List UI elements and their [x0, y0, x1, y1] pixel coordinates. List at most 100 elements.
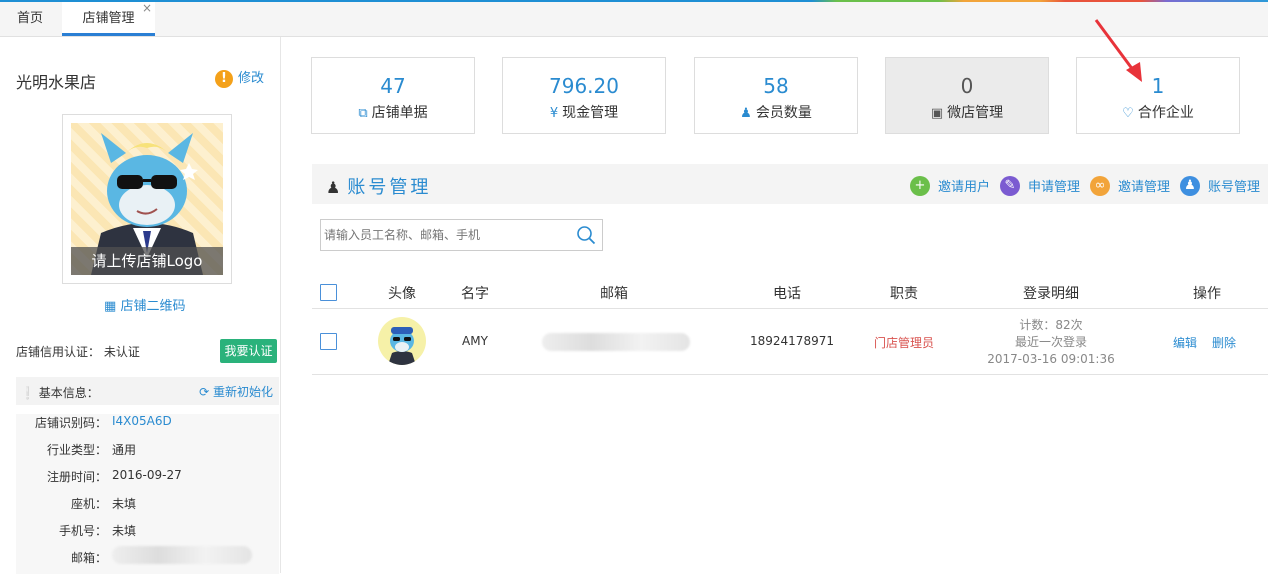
search-input[interactable]	[322, 220, 566, 250]
logo-caption: 请上传店铺Logo	[71, 247, 223, 275]
basic-info-list: 店铺识别码： I4X05A6D 行业类型： 通用 注册时间： 2016-09-2…	[16, 414, 279, 574]
credit-label: 店铺信用认证：	[16, 345, 101, 359]
col-name: 名字	[461, 286, 489, 302]
col-login: 登录明细	[1023, 286, 1079, 302]
shop-logo-upload[interactable]: 请上传店铺Logo	[62, 114, 232, 284]
qr-code-label: 店铺二维码	[120, 299, 186, 314]
qr-code-icon: ▦	[104, 299, 117, 314]
row-phone: 18924178971	[750, 334, 834, 348]
credit-value: 未认证	[103, 345, 140, 359]
edit-icon: ✎	[1000, 176, 1020, 196]
row-role: 门店管理员	[874, 336, 935, 350]
row-login-detail: 计数：82次 最近一次登录 2017-03-16 09:01:36	[978, 317, 1124, 368]
table-row: AMY 18924178971 门店管理员 计数：82次 最近一次登录 2017…	[312, 309, 1268, 375]
account-manage-button[interactable]: ♟ 账号管理	[1180, 176, 1260, 196]
user-icon: ♟	[740, 106, 752, 121]
refresh-icon: ⟳	[199, 385, 210, 399]
info-row-landline: 座机： 未填	[16, 495, 279, 522]
row-name: AMY	[462, 334, 488, 348]
edit-link[interactable]: 编辑	[1173, 334, 1197, 351]
edit-label: 修改	[238, 71, 265, 86]
action-label: 邀请管理	[1118, 180, 1171, 195]
info-key: 注册时间：	[46, 470, 107, 484]
tab-shop-management-label: 店铺管理	[82, 11, 135, 26]
stat-value: 47	[380, 74, 406, 98]
basic-info-title: 基本信息：	[38, 386, 99, 400]
account-title: 账号管理	[347, 177, 432, 198]
info-key: 座机：	[70, 497, 107, 511]
col-actions: 操作	[1193, 286, 1221, 302]
link-icon: ∞	[1090, 176, 1110, 196]
stat-value: 796.20	[549, 74, 619, 98]
credit-status: 店铺信用认证： 未认证	[16, 343, 140, 360]
warning-icon: !	[215, 69, 233, 88]
heart-icon: ♡	[1122, 106, 1134, 121]
login-time: 2017-03-16 09:01:36	[987, 352, 1115, 366]
row-checkbox[interactable]	[320, 333, 337, 350]
qr-code-link[interactable]: ▦ 店铺二维码	[104, 295, 185, 314]
stat-label: 店铺单据	[371, 105, 428, 121]
certify-button[interactable]: 我要认证	[220, 339, 277, 363]
stat-card-bills[interactable]: 47 ⧉ 店铺单据	[311, 57, 475, 134]
stat-card-microstore[interactable]: 0 ▣ 微店管理	[885, 57, 1049, 134]
tab-shop-management[interactable]: 店铺管理 ×	[62, 0, 155, 36]
stat-card-cash[interactable]: 796.20 ¥ 现金管理	[502, 57, 666, 134]
tab-bar: 首页 店铺管理 ×	[0, 0, 1268, 37]
info-row-code: 店铺识别码： I4X05A6D	[16, 414, 279, 441]
col-role: 职责	[890, 286, 918, 302]
copy-icon: ⧉	[358, 106, 368, 121]
stat-value: 58	[763, 74, 789, 98]
apply-manage-button[interactable]: ✎ 申请管理	[1000, 176, 1080, 196]
plus-icon: +	[910, 176, 930, 196]
info-key: 行业类型：	[46, 443, 107, 457]
email-redacted	[112, 546, 252, 567]
action-label: 账号管理	[1208, 180, 1261, 195]
employee-search	[320, 219, 603, 251]
shop-code-value[interactable]: I4X05A6D	[112, 414, 172, 428]
cube-icon: ▣	[930, 106, 944, 121]
info-value: 2016-09-27	[112, 468, 182, 482]
info-value: 未填	[112, 524, 137, 538]
edit-shop-link[interactable]: ! 修改	[215, 67, 264, 88]
delete-link[interactable]: 删除	[1212, 334, 1236, 351]
login-count: 计数：82次	[1019, 318, 1083, 332]
annotation-arrow	[1094, 19, 1142, 82]
invite-manage-button[interactable]: ∞ 邀请管理	[1090, 176, 1170, 196]
info-key: 手机号：	[58, 524, 107, 538]
stat-label: 合作企业	[1137, 105, 1194, 121]
basic-info-header: ❕ 基本信息： ⟳ 重新初始化	[16, 377, 279, 405]
info-value: 通用	[112, 443, 137, 457]
invite-user-button[interactable]: + 邀请用户	[910, 176, 990, 196]
col-phone: 电话	[773, 286, 801, 302]
action-label: 邀请用户	[938, 180, 991, 195]
stat-value: 0	[960, 74, 974, 98]
col-email: 邮箱	[600, 286, 628, 302]
avatar	[378, 317, 426, 365]
account-section-header: ♟ 账号管理 + 邀请用户 ✎ 申请管理 ∞ 邀请管理 ♟ 账号管理	[312, 164, 1268, 204]
table-header: 头像 名字 邮箱 电话 职责 登录明细 操作	[312, 280, 1268, 309]
row-email-redacted	[542, 333, 690, 354]
login-last-label: 最近一次登录	[1014, 335, 1087, 349]
reinitialize-link[interactable]: ⟳ 重新初始化	[199, 383, 273, 400]
close-icon[interactable]: ×	[142, 0, 152, 25]
tab-home[interactable]: 首页	[0, 2, 60, 36]
search-icon[interactable]	[576, 225, 596, 245]
shop-sidebar: 光明水果店 ! 修改 请上传店铺Logo ▦ 店铺二维码 店铺信用认证： 未认证…	[0, 37, 281, 574]
reinitialize-label: 重新初始化	[212, 385, 273, 399]
info-row-email: 邮箱：	[16, 546, 279, 576]
col-avatar: 头像	[388, 286, 416, 302]
info-row-regdate: 注册时间： 2016-09-27	[16, 468, 279, 495]
stat-label: 会员数量	[755, 105, 812, 121]
info-icon: ❕	[20, 386, 35, 400]
info-row-industry: 行业类型： 通用	[16, 441, 279, 468]
action-label: 申请管理	[1028, 180, 1081, 195]
stat-label: 现金管理	[562, 105, 619, 121]
shop-name: 光明水果店	[16, 73, 97, 92]
select-all-checkbox[interactable]	[320, 284, 337, 301]
user-icon: ♟	[1180, 176, 1200, 196]
stat-label: 微店管理	[947, 105, 1004, 121]
info-value: 未填	[112, 497, 137, 511]
info-key: 邮箱：	[70, 551, 107, 565]
user-icon: ♟	[326, 178, 344, 197]
stat-card-members[interactable]: 58 ♟ 会员数量	[694, 57, 858, 134]
